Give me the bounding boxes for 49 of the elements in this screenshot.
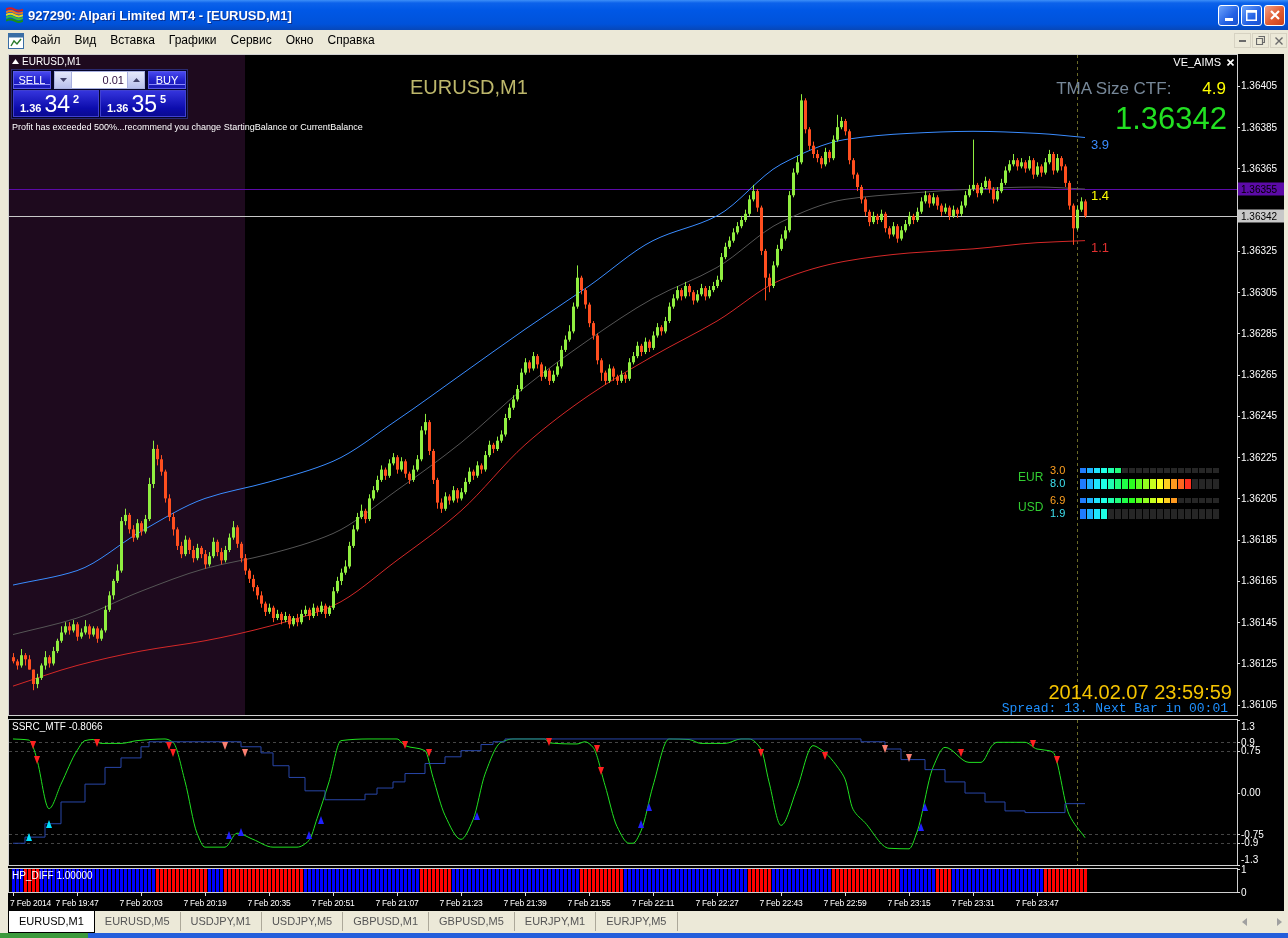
axis-label: -0.9 <box>1241 837 1259 849</box>
time-label: 7 Feb 21:39 <box>503 898 547 908</box>
strength-value: 1.9 <box>1050 508 1067 519</box>
axis-label: 1.36105 <box>1241 699 1278 711</box>
time-label: 7 Feb 2014 <box>10 898 51 908</box>
currency-label: USD <box>1018 501 1045 513</box>
axis-label: 0 <box>1241 886 1247 898</box>
time-label: 7 Feb 20:35 <box>247 898 291 908</box>
axis-label: 0.00 <box>1241 787 1261 798</box>
axis-label: 1.36285 <box>1241 327 1278 339</box>
time-label: 7 Feb 21:07 <box>375 898 419 908</box>
time-label: 7 Feb 22:59 <box>823 898 867 908</box>
time-label: 7 Feb 21:23 <box>439 898 483 908</box>
time-label: 7 Feb 22:27 <box>695 898 739 908</box>
date-time-label: 2014.02.07 23:59:59 <box>1048 682 1232 702</box>
pane-title: SSRC_MTF -0.8066 <box>12 721 103 732</box>
time-label: 7 Feb 22:11 <box>631 898 675 908</box>
axis-label: 0.9 <box>1241 736 1255 748</box>
time-label: 7 Feb 19:47 <box>55 898 99 908</box>
time-label: 7 Feb 23:31 <box>951 898 995 908</box>
time-label: 7 Feb 20:19 <box>183 898 227 908</box>
strength-value: 8.0 <box>1050 478 1067 489</box>
axis-label: 1.36145 <box>1241 616 1278 628</box>
axis-label: 1.36305 <box>1241 286 1278 298</box>
axis-label: 1.36165 <box>1241 575 1278 587</box>
axis-label: 0.75 <box>1241 745 1261 757</box>
time-label: 7 Feb 20:51 <box>311 898 355 908</box>
axis-label: 1.36225 <box>1241 451 1278 463</box>
axis-label: 1.36325 <box>1241 245 1278 257</box>
axis-label: 1.36205 <box>1241 492 1278 504</box>
axis-label: 1.3 <box>1241 720 1255 732</box>
line-value-label: 1.1 <box>1091 239 1110 255</box>
window-title: 927290: Alpari Limited MT4 - [EURUSD,M1] <box>28 7 293 23</box>
spread-info: Spread: 13. Next Bar in 00:01 <box>1001 702 1228 715</box>
time-label: 7 Feb 23:15 <box>887 898 931 908</box>
axis-label: 1.36125 <box>1241 657 1278 669</box>
axis-label: -1.3 <box>1241 853 1259 865</box>
time-label: 7 Feb 23:47 <box>1015 898 1059 908</box>
axis-label: 1 <box>1241 863 1247 875</box>
strength-value: 6.9 <box>1050 495 1067 506</box>
axis-label: 1.36265 <box>1241 369 1278 381</box>
strength-value: 3.0 <box>1050 465 1067 476</box>
time-label: 7 Feb 22:43 <box>759 898 803 908</box>
axis-label: -0.75 <box>1241 828 1264 840</box>
currency-label: EUR <box>1018 471 1045 483</box>
time-label: 7 Feb 21:55 <box>567 898 611 908</box>
axis-label: 1.36245 <box>1241 410 1278 422</box>
axis-label: 1.36185 <box>1241 534 1278 546</box>
time-label: 7 Feb 20:03 <box>119 898 163 908</box>
